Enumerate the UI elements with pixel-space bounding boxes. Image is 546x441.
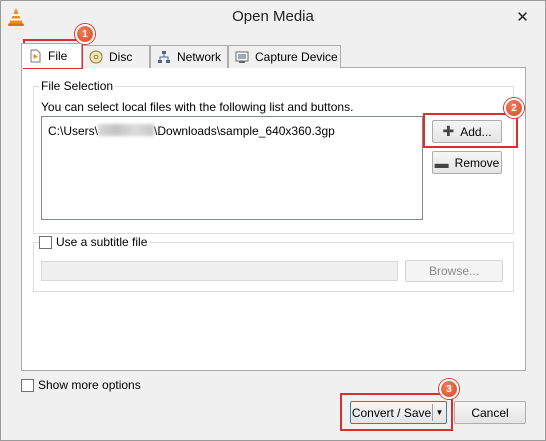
tab-label: Network [177,50,222,64]
annotation-badge-2: 2 [504,98,524,118]
file-icon [30,49,41,63]
file-selection-hint: You can select local files with the foll… [41,100,354,114]
browse-button[interactable]: Browse... [405,260,503,282]
tab-capture-device[interactable]: Capture Device [228,45,341,68]
subtitle-checkbox-label: Use a subtitle file [56,235,148,249]
minus-icon: ▬ [434,154,449,171]
capture-device-icon [235,51,249,63]
tab-file[interactable]: File [21,43,82,68]
annotation-badge-3: 3 [439,379,459,399]
list-item[interactable]: C:\Users\ \Downloads\sample_640x360.3gp [48,124,335,138]
file-selection-title: File Selection [39,79,116,93]
show-more-options[interactable]: Show more options [21,378,141,392]
subtitle-checkbox-row[interactable]: Use a subtitle file [39,235,151,249]
show-more-options-label: Show more options [38,378,141,392]
subtitle-file-input[interactable] [41,261,398,281]
highlight-add-button [423,113,518,148]
show-more-options-checkbox[interactable] [21,378,34,392]
file-path-suffix: \Downloads\sample_640x360.3gp [154,124,335,138]
redacted-username [98,124,155,136]
cancel-button[interactable]: Cancel [454,401,526,424]
cancel-button-label: Cancel [471,405,509,420]
remove-button[interactable]: ▬ Remove [432,151,502,174]
close-button[interactable]: ✕ [500,1,545,32]
tab-label: Disc [109,50,133,64]
subtitle-checkbox[interactable] [39,235,52,249]
tab-disc[interactable]: Disc [82,45,150,68]
file-list[interactable]: C:\Users\ \Downloads\sample_640x360.3gp [41,116,423,220]
remove-button-label: Remove [454,155,500,170]
highlight-convert-save [340,393,453,431]
tab-label: File [48,49,68,63]
file-path-prefix: C:\Users\ [48,124,99,138]
browse-button-label: Browse... [428,264,479,278]
network-icon [158,51,170,63]
tab-network[interactable]: Network [150,45,228,68]
tab-label: Capture Device [255,50,338,64]
close-icon: ✕ [516,8,529,26]
open-media-window: Open Media ✕ File Disc Network Capture D… [0,0,546,441]
disc-icon [89,50,103,64]
annotation-badge-1: 1 [75,24,95,44]
window-title: Open Media [232,8,314,25]
